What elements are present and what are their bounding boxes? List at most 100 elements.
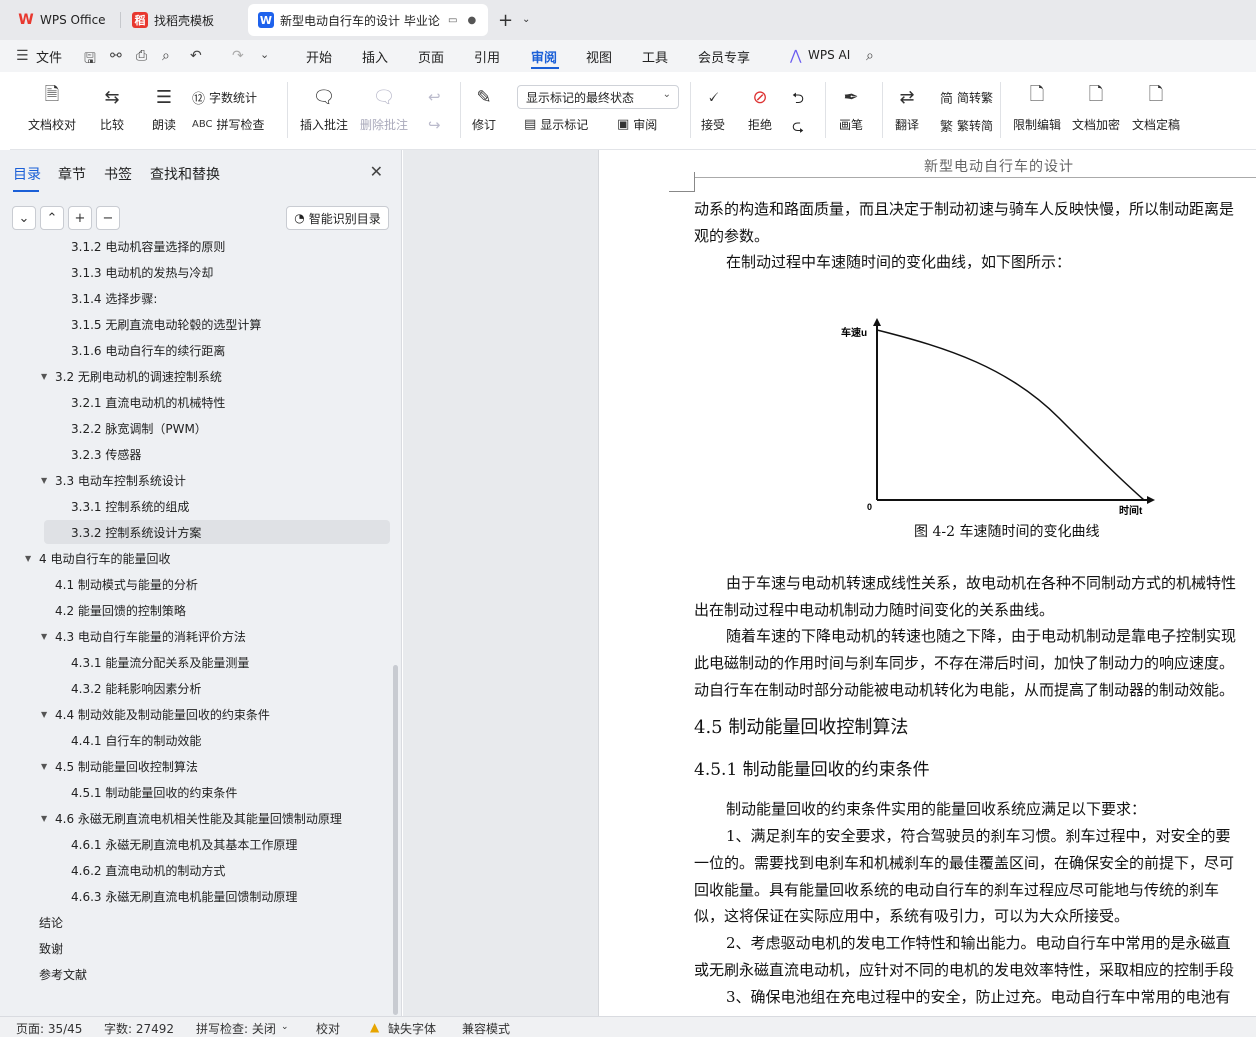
reject-button[interactable]: ⊘ 拒绝 [747, 84, 773, 133]
menu-reference[interactable]: 引用 [474, 47, 500, 66]
toc-item[interactable]: 4.6.3 永磁无刷直流电机能量回馈制动原理 [71, 884, 297, 908]
word-count-button[interactable]: ⑫ 字数统计 [192, 88, 257, 107]
menu-start[interactable]: 开始 [306, 47, 332, 66]
expand-up-icon[interactable]: ⌃ [40, 206, 64, 230]
track-changes-button[interactable]: ✎ 修订 [471, 84, 497, 133]
review-pane-button[interactable]: ▣ 审阅 [617, 116, 657, 133]
simp-to-trad-button[interactable]: 简 简转繁 [940, 88, 993, 107]
wps-ai-icon[interactable]: ⋀ [790, 48, 801, 64]
toc-item[interactable]: 3.1.5 无刷直流电动轮毂的选型计算 [71, 312, 261, 336]
proofread-status[interactable]: 校对 [316, 1020, 340, 1037]
print-icon[interactable]: ⎙ [136, 48, 147, 64]
show-markup-button[interactable]: ▤ 显示标记 [524, 116, 588, 133]
missing-font-status[interactable]: 缺失字体 [388, 1020, 436, 1037]
remove-level-icon[interactable]: − [96, 206, 120, 230]
toc-item[interactable]: 4.6.1 永磁无刷直流电机及其基本工作原理 [71, 832, 297, 856]
toc-item[interactable]: 3.2.1 直流电动机的机械特性 [71, 390, 225, 414]
toc-item[interactable]: 3.2.3 传感器 [71, 442, 141, 466]
nav-tab-toc[interactable]: 目录 [13, 164, 41, 184]
compare-button[interactable]: ⇆ 比较 [99, 84, 125, 133]
toc-item[interactable]: ▼ 4 电动自行车的能量回收 [25, 546, 170, 570]
toc-item[interactable]: 3.1.6 电动自行车的续行距离 [71, 338, 225, 362]
toc-item[interactable]: ▼ 4.5 制动能量回收控制算法 [41, 754, 198, 778]
tab-wps-office[interactable]: W WPS Office [8, 4, 118, 36]
menu-wps-ai[interactable]: WPS AI [808, 48, 850, 62]
tab-document[interactable]: W 新型电动自行车的设计 毕业论 ▭ ● [248, 4, 488, 36]
translate-button[interactable]: ⇄ 翻译 [894, 84, 920, 133]
new-tab-plus-icon[interactable]: + [498, 10, 513, 31]
restrict-edit-button[interactable]: 🗋 限制编辑 [1013, 84, 1061, 133]
pen-button[interactable]: ✒ 画笔 [838, 84, 864, 133]
toc-item[interactable]: 4.3.1 能量流分配关系及能量测量 [71, 650, 249, 674]
link-icon[interactable]: ⚯ [110, 48, 122, 64]
toc-scrollbar[interactable] [393, 665, 398, 1015]
tab-close-dot-icon[interactable]: ● [467, 15, 476, 26]
toc-item[interactable]: 结论 [39, 910, 63, 934]
undo-icon[interactable]: ↶ [190, 48, 202, 64]
read-aloud-button[interactable]: ☰ 朗读 [151, 84, 177, 133]
expand-arrow-icon[interactable]: ▼ [41, 814, 47, 823]
prev-change-icon[interactable]: ⮌ [792, 88, 804, 113]
toc-item[interactable]: ▼ 3.2 无刷电动机的调速控制系统 [41, 364, 222, 388]
spell-check-status[interactable]: 拼写检查: 关闭 [196, 1020, 276, 1037]
expand-arrow-icon[interactable]: ▼ [41, 632, 47, 641]
menu-page[interactable]: 页面 [418, 47, 444, 66]
expand-arrow-icon[interactable]: ▼ [25, 554, 31, 563]
search-icon[interactable]: ⌕ [866, 48, 874, 64]
save-icon[interactable]: 🖫 [84, 48, 96, 72]
toc-item[interactable]: ▼ 3.3 电动车控制系统设计 [41, 468, 186, 492]
toc-item[interactable]: 4.1 制动模式与能量的分析 [55, 572, 198, 596]
toc-item[interactable]: 4.2 能量回馈的控制策略 [55, 598, 186, 622]
close-icon[interactable]: ✕ [370, 162, 383, 181]
add-level-icon[interactable]: + [68, 206, 92, 230]
encrypt-button[interactable]: 🗋 文档加密 [1072, 84, 1120, 133]
hamburger-icon[interactable]: ☰ [16, 48, 29, 64]
next-change-icon[interactable]: ⮎ [792, 116, 804, 141]
toc-item[interactable]: 3.1.3 电动机的发热与冷却 [71, 260, 213, 284]
toc-item[interactable]: ▼ 4.3 电动自行车能量的消耗评价方法 [41, 624, 246, 648]
spell-check-button[interactable]: ABC 拼写检查 [192, 116, 265, 133]
toc-item[interactable]: 4.3.2 能耗影响因素分析 [71, 676, 201, 700]
expand-arrow-icon[interactable]: ▼ [41, 710, 47, 719]
toc-item[interactable]: 3.3.1 控制系统的组成 [71, 494, 189, 518]
toc-item[interactable]: 4.5.1 制动能量回收的约束条件 [71, 780, 237, 804]
finalize-button[interactable]: 🗋 文档定稿 [1132, 84, 1180, 133]
chevron-down-icon[interactable]: ⌄ [260, 48, 269, 61]
markup-mode-select[interactable]: 显示标记的最终状态 ⌄ [517, 85, 679, 109]
menu-tools[interactable]: 工具 [642, 47, 668, 66]
expand-arrow-icon[interactable]: ▼ [41, 372, 47, 381]
word-count-status[interactable]: 字数: 27492 [104, 1020, 174, 1037]
toc-item[interactable]: 4.4.1 自行车的制动效能 [71, 728, 201, 752]
nav-tab-bookmarks[interactable]: 书签 [104, 164, 132, 184]
toc-item[interactable]: ▼ 4.6 永磁无刷直流电机相关性能及其能量回馈制动原理 [41, 806, 342, 830]
doc-check-button[interactable]: 🗎 文档校对 [28, 84, 76, 133]
expand-arrow-icon[interactable]: ▼ [41, 762, 47, 771]
tab-docer[interactable]: 稻 找稻壳模板 [122, 4, 242, 36]
toc-item[interactable]: 3.3.2 控制系统设计方案 [44, 520, 390, 544]
page-indicator[interactable]: 页面: 35/45 [16, 1020, 82, 1037]
menu-member[interactable]: 会员专享 [698, 47, 750, 66]
menu-view[interactable]: 视图 [586, 47, 612, 66]
toc-item[interactable]: 3.1.4 选择步骤: [71, 286, 157, 310]
menu-insert[interactable]: 插入 [362, 47, 388, 66]
menu-review[interactable]: 审阅 [531, 47, 557, 66]
expand-arrow-icon[interactable]: ▼ [41, 476, 47, 485]
toc-item[interactable]: ▼ 4.4 制动效能及制动能量回收的约束条件 [41, 702, 270, 726]
accept-button[interactable]: 🗸 接受 [700, 84, 726, 133]
trad-to-simp-button[interactable]: 繁 繁转简 [940, 116, 993, 135]
chevron-down-icon[interactable]: ⌄ [281, 1022, 289, 1032]
toc-item[interactable]: 4.6.2 直流电动机的制动方式 [71, 858, 225, 882]
document-page[interactable]: 新型电动自行车的设计 动系的构造和路面质量，而且决定于制动初速与骑车人反映快慢，… [598, 150, 1256, 1016]
collapse-down-icon[interactable]: ⌄ [12, 206, 36, 230]
smart-toc-button[interactable]: ◔ 智能识别目录 [286, 206, 389, 230]
toc-item[interactable]: 致谢 [39, 936, 63, 960]
menu-file[interactable]: 文件 [36, 47, 62, 66]
nav-tab-find-replace[interactable]: 查找和替换 [150, 164, 220, 184]
toc-item[interactable]: 3.1.2 电动机容量选择的原则 [71, 240, 225, 258]
insert-comment-button[interactable]: 🗨 插入批注 [300, 84, 348, 133]
print-preview-icon[interactable]: ⌕ [162, 48, 170, 64]
toc-item[interactable]: 3.2.2 脉宽调制（PWM） [71, 416, 207, 440]
toc-item[interactable]: 参考文献 [39, 962, 87, 986]
nav-tab-sections[interactable]: 章节 [58, 164, 86, 184]
chevron-down-icon[interactable]: ⌄ [522, 14, 530, 25]
